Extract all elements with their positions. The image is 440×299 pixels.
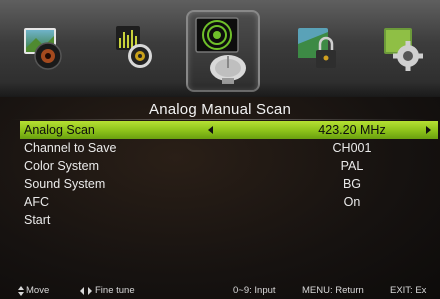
row-start[interactable]: Start xyxy=(22,211,440,229)
hint-exit: EXIT: Ex xyxy=(390,285,427,296)
lock-icon[interactable] xyxy=(292,22,342,74)
row-channel-to-save[interactable]: Channel to Save CH001 xyxy=(22,139,440,157)
row-sound-system[interactable]: Sound System BG xyxy=(22,175,440,193)
row-label: AFC xyxy=(24,195,49,209)
main-menu-bar xyxy=(0,0,440,97)
updown-arrows-icon xyxy=(18,286,24,296)
row-color-system[interactable]: Color System PAL xyxy=(22,157,440,175)
row-value: 423.20 MHz xyxy=(318,123,386,137)
hint-move: Move xyxy=(26,285,50,296)
tv-osd: Analog Manual Scan Analog Scan 423.20 MH… xyxy=(0,0,440,299)
hint-menu-return: MENU: Return xyxy=(302,285,364,296)
settings-list: Analog Scan 423.20 MHz Channel to Save C… xyxy=(20,121,440,229)
title-divider xyxy=(10,119,430,120)
scan-panel: Analog Manual Scan Analog Scan 423.20 MH… xyxy=(0,97,440,299)
arrow-left-icon[interactable] xyxy=(208,126,213,134)
row-afc[interactable]: AFC On xyxy=(22,193,440,211)
row-label: Channel to Save xyxy=(24,141,117,155)
hint-fine-tune: Fine tune xyxy=(95,285,135,296)
sound-icon[interactable] xyxy=(110,22,160,74)
arrow-right-icon[interactable] xyxy=(426,126,431,134)
row-value: CH001 xyxy=(332,141,372,155)
row-label: Sound System xyxy=(24,177,106,191)
picture-icon[interactable] xyxy=(20,22,70,74)
leftright-arrows-icon xyxy=(80,287,92,295)
help-bar: Move Fine tune 0~9: Input MENU: Return E… xyxy=(0,283,440,299)
channel-icon[interactable] xyxy=(186,10,260,92)
row-label: Color System xyxy=(24,159,100,173)
row-analog-scan[interactable]: Analog Scan 423.20 MHz xyxy=(20,121,438,139)
row-value: BG xyxy=(342,177,362,191)
row-value: PAL xyxy=(340,159,364,173)
page-title: Analog Manual Scan xyxy=(148,101,292,118)
row-value: On xyxy=(343,195,361,209)
row-label: Analog Scan xyxy=(24,123,95,137)
row-label: Start xyxy=(24,213,51,227)
setup-icon[interactable] xyxy=(378,22,428,74)
hint-input: 0~9: Input xyxy=(233,285,276,296)
